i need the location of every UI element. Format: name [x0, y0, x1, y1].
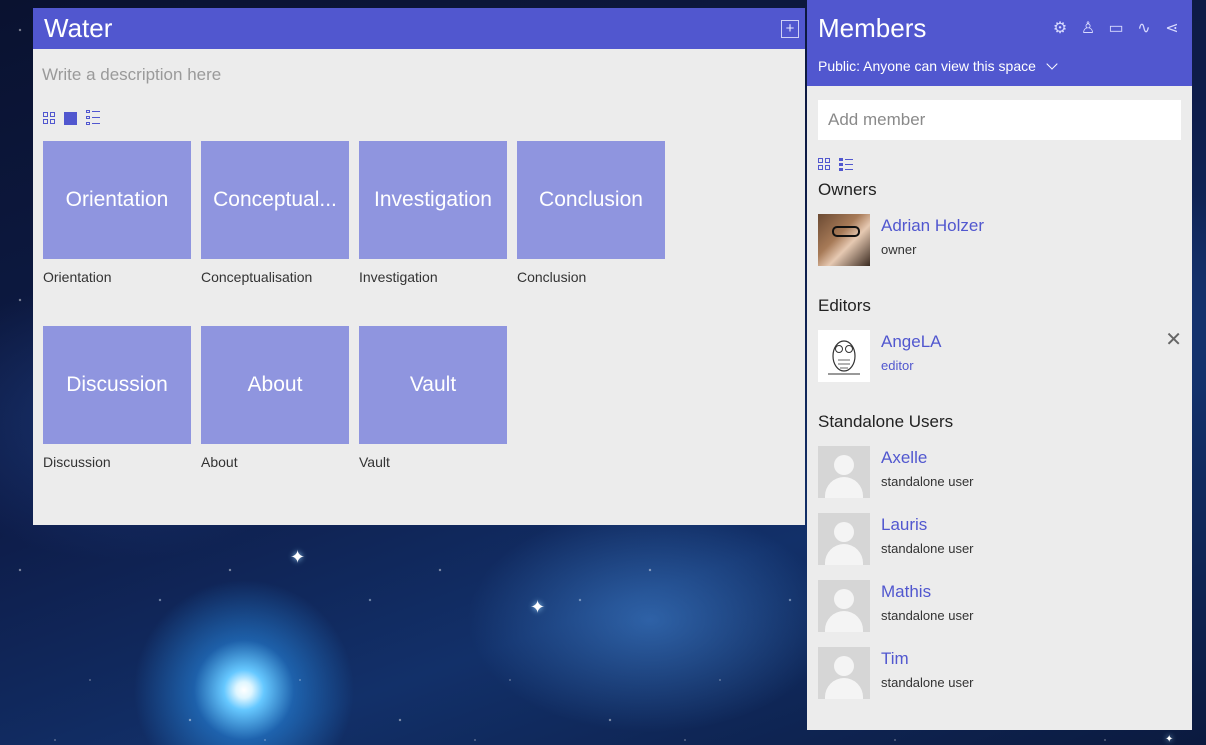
member-row: AngeLA editor ✕	[807, 330, 1192, 382]
share-icon[interactable]: ⋖	[1163, 18, 1181, 38]
tile-discussion[interactable]: Discussion Discussion	[43, 326, 191, 470]
member-name[interactable]: Axelle	[881, 448, 974, 468]
member-name[interactable]: Tim	[881, 649, 974, 669]
tile-caption: Conclusion	[517, 269, 587, 285]
sparkle-star: ✦	[290, 547, 306, 567]
avatar	[818, 580, 870, 632]
list-view-icon[interactable]	[839, 157, 853, 171]
list-view-icon[interactable]	[86, 110, 100, 126]
gear-icon[interactable]: ⚙	[1051, 18, 1069, 38]
tile-label: About	[201, 326, 349, 444]
close-icon[interactable]: ✕	[1165, 330, 1182, 350]
tile-caption: Orientation	[43, 269, 112, 285]
view-mode-toggle	[33, 97, 805, 129]
visibility-label: Public: Anyone can view this space	[818, 58, 1036, 74]
member-row: Lauris standalone user	[807, 513, 1192, 565]
member-name[interactable]: Mathis	[881, 582, 974, 602]
owl-sketch-icon	[828, 340, 860, 375]
header-toolbar: ⚙ ♙ ▭ ∿ ⋖	[1051, 18, 1181, 38]
member-name[interactable]: Lauris	[881, 515, 974, 535]
add-tile-button[interactable]: +	[781, 19, 799, 38]
editors-heading: Editors	[818, 296, 871, 315]
tile-caption: Conceptualisation	[201, 269, 313, 285]
tile-label: Investigation	[359, 141, 507, 259]
space-header: Water +	[33, 8, 805, 49]
member-role: standalone user	[881, 675, 974, 690]
chevron-down-icon	[1046, 57, 1058, 70]
member-row: Adrian Holzer owner	[807, 214, 1192, 266]
tile-label: Discussion	[43, 326, 191, 444]
tile-view-icon[interactable]	[64, 111, 77, 125]
avatar	[818, 214, 870, 266]
members-header: Members ⚙ ♙ ▭ ∿ ⋖ Public: Anyone can vie…	[807, 0, 1192, 86]
tile-caption: Vault	[359, 454, 390, 470]
member-name[interactable]: Adrian Holzer	[881, 216, 984, 236]
comment-icon[interactable]: ▭	[1107, 18, 1125, 38]
plus-icon: +	[785, 20, 795, 37]
tile-vault[interactable]: Vault Vault	[359, 326, 507, 470]
sparkle-star: ✦	[530, 597, 546, 617]
user-icon[interactable]: ♙	[1079, 18, 1097, 38]
tile-conclusion[interactable]: Conclusion Conclusion	[517, 141, 665, 285]
member-view-toggle	[807, 140, 1192, 174]
add-member-input[interactable]	[818, 100, 1181, 140]
tile-label: Conceptual...	[201, 141, 349, 259]
sparkle-star: ✦	[1165, 734, 1174, 745]
members-title: Members	[818, 12, 927, 43]
tile-caption: Discussion	[43, 454, 111, 470]
member-row: Tim standalone user	[807, 647, 1192, 699]
member-role: standalone user	[881, 541, 974, 556]
visibility-dropdown[interactable]: Public: Anyone can view this space	[818, 57, 1181, 74]
avatar	[818, 647, 870, 699]
tile-caption: About	[201, 454, 238, 470]
grid-view-icon[interactable]	[818, 158, 830, 170]
tile-about[interactable]: About About	[201, 326, 349, 470]
member-role[interactable]: editor	[881, 358, 942, 373]
member-name[interactable]: AngeLA	[881, 332, 942, 352]
members-panel: Members ⚙ ♙ ▭ ∿ ⋖ Public: Anyone can vie…	[807, 0, 1192, 730]
avatar	[818, 513, 870, 565]
member-role: owner	[881, 242, 917, 257]
space-description[interactable]: Write a description here	[33, 49, 805, 97]
avatar	[818, 446, 870, 498]
owners-heading: Owners	[818, 180, 877, 199]
member-role: standalone user	[881, 474, 974, 489]
member-role: standalone user	[881, 608, 974, 623]
tile-orientation[interactable]: Orientation Orientation	[43, 141, 191, 285]
standalone-heading: Standalone Users	[818, 412, 954, 431]
space-title[interactable]: Water	[44, 13, 112, 44]
space-panel: Water + Write a description here Orienta…	[33, 8, 805, 525]
tile-label: Conclusion	[517, 141, 665, 259]
tile-caption: Investigation	[359, 269, 438, 285]
tile-investigation[interactable]: Investigation Investigation	[359, 141, 507, 285]
avatar	[818, 330, 870, 382]
member-row: Mathis standalone user	[807, 580, 1192, 632]
grid-view-icon[interactable]	[43, 112, 55, 124]
member-row: Axelle standalone user	[807, 446, 1192, 498]
activity-icon[interactable]: ∿	[1135, 18, 1153, 38]
tile-label: Vault	[359, 326, 507, 444]
tile-label: Orientation	[43, 141, 191, 259]
tile-conceptualisation[interactable]: Conceptual... Conceptualisation	[201, 141, 349, 285]
